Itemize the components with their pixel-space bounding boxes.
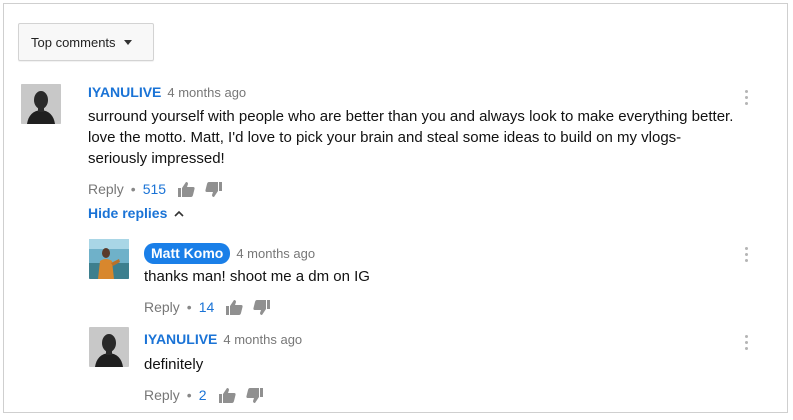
like-count: 2 <box>198 387 207 403</box>
thumbs-up-icon[interactable] <box>178 181 195 197</box>
comment-actions: Reply • 2 <box>144 384 744 406</box>
more-vert-icon[interactable] <box>743 247 749 262</box>
comment-body: Matt Komo 4 months ago thanks man! shoot… <box>144 243 744 318</box>
comment-body: IYANULIVE 4 months ago definitely Reply … <box>144 331 744 406</box>
comment-text: thanks man! shoot me a dm on IG <box>144 268 370 285</box>
hide-replies-label: Hide replies <box>88 205 168 221</box>
comments-panel: Top comments IYANULIVE 4 months ago surr… <box>3 3 788 413</box>
thumbs-down-icon[interactable] <box>245 387 263 403</box>
thumbs-down-icon[interactable] <box>253 299 271 315</box>
reply-comment: Matt Komo 4 months ago thanks man! shoot… <box>89 239 781 315</box>
thumbs-up-icon[interactable] <box>226 299 243 315</box>
avatar-image <box>89 239 129 279</box>
comment-timestamp[interactable]: 4 months ago <box>236 246 315 261</box>
caret-down-icon <box>123 39 132 45</box>
thumbs-down-icon[interactable] <box>205 181 223 197</box>
hide-replies-toggle[interactable]: Hide replies <box>88 205 184 221</box>
more-vert-icon[interactable] <box>743 335 749 350</box>
comment-actions: Reply • 515 <box>88 178 738 200</box>
avatar-image <box>21 84 61 124</box>
comment-timestamp[interactable]: 4 months ago <box>223 332 302 347</box>
sort-label: Top comments <box>31 34 116 50</box>
comment-thread: IYANULIVE 4 months ago surround yourself… <box>21 84 781 209</box>
comment-header: Matt Komo 4 months ago <box>144 243 744 264</box>
chevron-up-icon <box>174 210 184 217</box>
comment-author-owner-badge[interactable]: Matt Komo <box>144 243 231 264</box>
avatar[interactable] <box>89 327 129 367</box>
like-count: 14 <box>198 299 215 315</box>
separator-dot: • <box>186 299 192 315</box>
comment-text: surround yourself with people who are be… <box>88 108 734 167</box>
reply-button[interactable]: Reply <box>144 299 180 315</box>
separator-dot: • <box>186 387 192 403</box>
comment-header: IYANULIVE 4 months ago <box>144 331 744 349</box>
thumbs-up-icon[interactable] <box>218 387 236 403</box>
reply-comment: IYANULIVE 4 months ago definitely Reply … <box>89 327 781 407</box>
more-vert-icon[interactable] <box>743 90 749 105</box>
comment-body: IYANULIVE 4 months ago surround yourself… <box>88 84 738 200</box>
sort-dropdown-button[interactable]: Top comments <box>18 23 154 61</box>
comment-header: IYANULIVE 4 months ago <box>88 84 738 102</box>
comment-author[interactable]: IYANULIVE <box>88 84 161 100</box>
reply-button[interactable]: Reply <box>88 181 124 197</box>
separator-dot: • <box>130 181 136 197</box>
like-count: 515 <box>142 181 167 197</box>
avatar[interactable] <box>21 84 61 124</box>
comment-text: definitely <box>144 356 204 373</box>
comment-author[interactable]: IYANULIVE <box>144 331 217 347</box>
avatar[interactable] <box>89 239 129 279</box>
comment-timestamp[interactable]: 4 months ago <box>167 85 246 100</box>
avatar-image <box>89 327 129 367</box>
reply-button[interactable]: Reply <box>144 387 180 403</box>
comment-actions: Reply • 14 <box>144 296 744 318</box>
